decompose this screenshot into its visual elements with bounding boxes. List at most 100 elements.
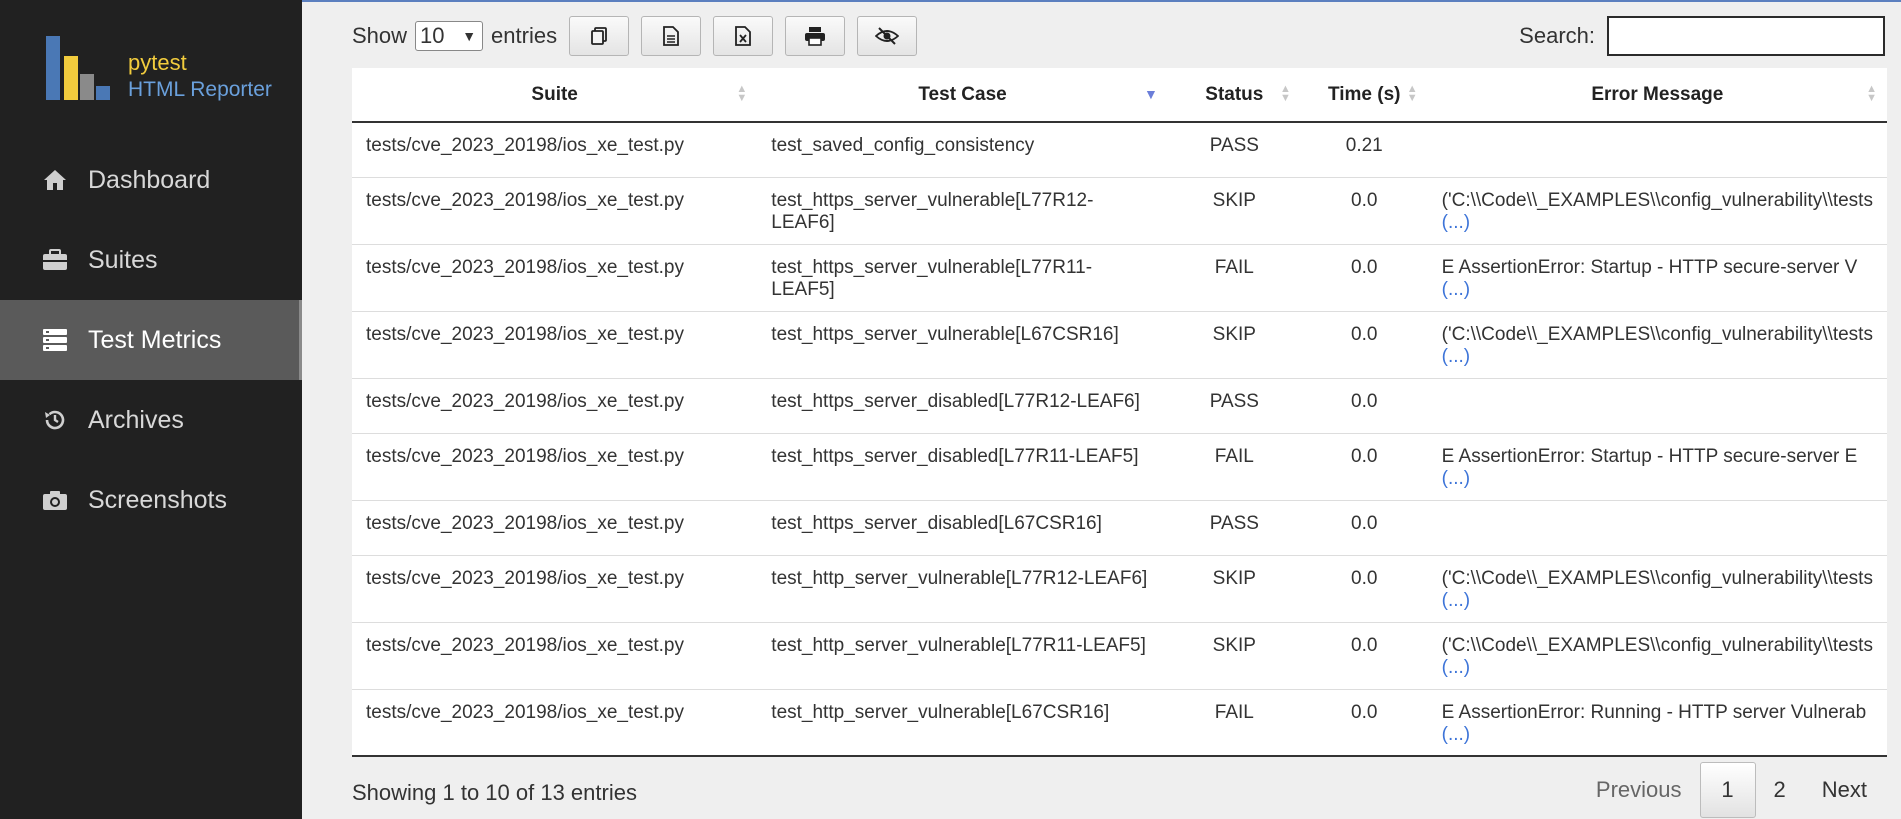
copy-button[interactable] bbox=[569, 16, 630, 56]
csv-icon bbox=[663, 26, 679, 46]
sort-both-icon: ▲ ▼ bbox=[1279, 83, 1291, 104]
table-row: tests/cve_2023_20198/ios_xe_test.py test… bbox=[352, 243, 1887, 311]
column-header-error-message[interactable]: Error Message ▲ ▼ bbox=[1427, 68, 1887, 123]
expand-error-link[interactable]: (...) bbox=[1442, 468, 1471, 489]
cell-test-case: test_http_server_vulnerable[L77R11-LEAF5… bbox=[757, 621, 1168, 689]
cell-test-case: test_https_server_vulnerable[L77R12-LEAF… bbox=[757, 176, 1168, 244]
table-row: tests/cve_2023_20198/ios_xe_test.py test… bbox=[352, 176, 1887, 244]
cell-status: FAIL bbox=[1167, 243, 1301, 311]
table-header-row: Suite ▲ ▼ Test Case ▼ Status ▲ ▼ Time (s) ▲ ▼ E… bbox=[352, 68, 1887, 123]
cell-time: 0.21 bbox=[1345, 135, 1383, 156]
sort-both-icon: ▲ ▼ bbox=[1406, 83, 1418, 104]
expand-error-link[interactable]: (...) bbox=[1442, 279, 1471, 300]
column-visibility-icon bbox=[875, 27, 900, 45]
error-text: ('C:\\Code\\_EXAMPLES\\config_vulnerabil… bbox=[1441, 189, 1873, 211]
brand-logo[interactable]: pytest HTML Reporter bbox=[46, 36, 286, 102]
cell-status: FAIL bbox=[1167, 432, 1301, 500]
cell-time: 0.0 bbox=[1300, 310, 1428, 378]
expand-error-link[interactable]: (...) bbox=[1442, 657, 1471, 678]
sidebar-item-suites[interactable]: Suites bbox=[0, 220, 302, 300]
column-header-label: Status bbox=[1205, 83, 1264, 105]
sidebar-item-screenshots[interactable]: Screenshots bbox=[0, 460, 302, 540]
cell-time: 0.0 bbox=[1300, 688, 1428, 756]
table-row: tests/cve_2023_20198/ios_xe_test.py test… bbox=[352, 499, 1887, 555]
column-header-label: Error Message bbox=[1591, 83, 1724, 105]
excel-export-button[interactable] bbox=[713, 16, 774, 56]
search-label: Search: bbox=[1519, 23, 1595, 48]
cell-error-message: E AssertionError: Startup - HTTP secure-… bbox=[1427, 432, 1887, 500]
table-row: tests/cve_2023_20198/ios_xe_test.py test… bbox=[352, 688, 1887, 756]
entries-label: entries bbox=[491, 23, 558, 48]
pagination: Previous 1 2 Next bbox=[1578, 762, 1885, 818]
error-text: E AssertionError: Running - HTTP server … bbox=[1441, 701, 1867, 723]
table-row: tests/cve_2023_20198/ios_xe_test.py test… bbox=[352, 377, 1887, 433]
search-area: Search: bbox=[1519, 16, 1885, 56]
expand-error-link[interactable]: (...) bbox=[1442, 212, 1471, 233]
next-page-button[interactable]: Next bbox=[1804, 762, 1885, 818]
test-metrics-table: Suite ▲ ▼ Test Case ▼ Status ▲ ▼ Time (s) ▲ ▼ E… bbox=[352, 68, 1887, 757]
sidebar-item-dashboard[interactable]: Dashboard bbox=[0, 140, 302, 220]
cell-suite: tests/cve_2023_20198/ios_xe_test.py bbox=[352, 621, 758, 689]
print-button[interactable] bbox=[785, 16, 846, 56]
sidebar-item-archives[interactable]: Archives bbox=[0, 380, 302, 460]
server-list-icon bbox=[42, 327, 68, 353]
column-header-time[interactable]: Time (s) ▲ ▼ bbox=[1300, 68, 1428, 123]
cell-test-case: test_http_server_vulnerable[L67CSR16] bbox=[757, 688, 1168, 756]
column-header-suite[interactable]: Suite ▲ ▼ bbox=[352, 68, 758, 123]
expand-error-link[interactable]: (...) bbox=[1442, 590, 1471, 611]
cell-time: 0.0 bbox=[1300, 176, 1428, 244]
brand-subtitle: HTML Reporter bbox=[128, 78, 272, 101]
show-label: Show bbox=[352, 23, 408, 48]
column-visibility-button[interactable] bbox=[857, 16, 918, 56]
cell-time: 0.0 bbox=[1300, 621, 1428, 689]
excel-icon bbox=[735, 26, 751, 46]
cell-test-case: test_http_server_vulnerable[L77R12-LEAF6… bbox=[757, 554, 1168, 622]
table-row: tests/cve_2023_20198/ios_xe_test.py test… bbox=[352, 432, 1887, 500]
cell-error-message: ('C:\\Code\\_EXAMPLES\\config_vulnerabil… bbox=[1427, 554, 1887, 622]
brand-name: pytest bbox=[128, 50, 187, 75]
expand-error-link[interactable]: (...) bbox=[1442, 724, 1471, 745]
column-header-test-case[interactable]: Test Case ▼ bbox=[757, 68, 1168, 123]
previous-page-button[interactable]: Previous bbox=[1578, 762, 1700, 818]
column-header-label: Time (s) bbox=[1327, 83, 1401, 105]
cell-status: SKIP bbox=[1167, 176, 1301, 244]
table-row: tests/cve_2023_20198/ios_xe_test.py test… bbox=[352, 310, 1887, 378]
cell-error-message: ('C:\\Code\\_EXAMPLES\\config_vulnerabil… bbox=[1427, 176, 1887, 244]
cell-time: 0.0 bbox=[1300, 377, 1428, 433]
copy-icon bbox=[591, 27, 607, 45]
cell-status: PASS bbox=[1209, 135, 1259, 156]
csv-export-button[interactable] bbox=[641, 16, 702, 56]
sidebar: pytest HTML Reporter Dashboard Suites Te… bbox=[0, 0, 302, 819]
cell-status: FAIL bbox=[1167, 688, 1301, 756]
page-button-2[interactable]: 2 bbox=[1756, 762, 1804, 818]
cell-time: 0.0 bbox=[1300, 243, 1428, 311]
column-header-label: Test Case bbox=[918, 83, 1007, 105]
cell-suite: tests/cve_2023_20198/ios_xe_test.py bbox=[352, 377, 758, 433]
sidebar-item-test-metrics[interactable]: Test Metrics bbox=[0, 300, 302, 380]
sidebar-item-label: Dashboard bbox=[88, 165, 211, 194]
cell-test-case: test_https_server_disabled[L77R12-LEAF6] bbox=[757, 377, 1168, 433]
history-icon bbox=[42, 407, 68, 433]
cell-suite: tests/cve_2023_20198/ios_xe_test.py bbox=[352, 176, 758, 244]
cell-suite: tests/cve_2023_20198/ios_xe_test.py bbox=[352, 310, 758, 378]
page-button-1[interactable]: 1 bbox=[1699, 762, 1756, 818]
entries-per-page-value: 10 bbox=[420, 23, 445, 48]
cell-test-case: test_https_server_disabled[L77R11-LEAF5] bbox=[757, 432, 1168, 500]
table-toolbar: Show 10 ▼ entries bbox=[352, 16, 918, 56]
entries-per-page-select[interactable]: 10 ▼ bbox=[415, 21, 484, 51]
table-row: tests/cve_2023_20198/ios_xe_test.py test… bbox=[352, 621, 1887, 689]
sidebar-item-label: Archives bbox=[88, 405, 184, 434]
camera-icon bbox=[42, 487, 68, 513]
column-header-status[interactable]: Status ▲ ▼ bbox=[1167, 68, 1301, 123]
cell-error-message: E AssertionError: Running - HTTP server … bbox=[1427, 688, 1887, 756]
cell-error-message: E AssertionError: Startup - HTTP secure-… bbox=[1427, 243, 1887, 311]
cell-error-message: ('C:\\Code\\_EXAMPLES\\config_vulnerabil… bbox=[1427, 621, 1887, 689]
cell-time: 0.0 bbox=[1300, 432, 1428, 500]
error-text: E AssertionError: Startup - HTTP secure-… bbox=[1441, 445, 1858, 467]
expand-error-link[interactable]: (...) bbox=[1442, 346, 1471, 367]
sidebar-item-label: Screenshots bbox=[88, 485, 227, 514]
cell-status: PASS bbox=[1167, 499, 1301, 555]
briefcase-icon bbox=[42, 247, 68, 273]
cell-status: SKIP bbox=[1167, 554, 1301, 622]
search-input[interactable] bbox=[1607, 16, 1885, 56]
